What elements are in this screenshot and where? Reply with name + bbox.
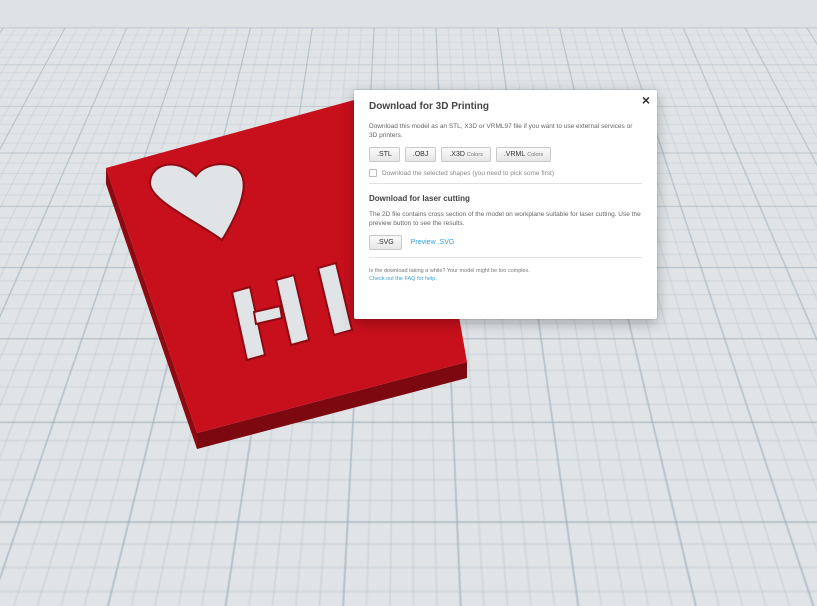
- format-button-row: .STL .OBJ .X3D Colors .VRML Colors: [369, 147, 642, 162]
- x3d-button-label: .X3D: [449, 151, 465, 158]
- x3d-button[interactable]: .X3D Colors: [441, 147, 491, 162]
- dialog-title-3d-printing: Download for 3D Printing: [369, 101, 489, 112]
- vrml-button-label: .VRML: [503, 151, 526, 158]
- selected-shapes-checkbox[interactable]: [369, 169, 377, 177]
- obj-button-label: .OBJ: [412, 151, 429, 158]
- preview-svg-link[interactable]: Preview .SVG: [411, 239, 455, 246]
- selected-shapes-label: Download the selected shapes (you need t…: [382, 169, 554, 177]
- selected-shapes-option: Download the selected shapes (you need t…: [369, 169, 642, 177]
- vrml-button-sublabel: Colors: [527, 151, 544, 158]
- section-divider: [369, 183, 642, 184]
- footer-divider: [369, 257, 642, 258]
- download-dialog: × Download for 3D Printing Download this…: [354, 90, 657, 319]
- laser-cutting-title: Download for laser cutting: [369, 194, 470, 203]
- laser-cutting-description: The 2D file contains cross section of th…: [369, 211, 641, 227]
- obj-button[interactable]: .OBJ: [404, 147, 437, 162]
- x3d-button-sublabel: Colors: [466, 151, 483, 158]
- stl-button[interactable]: .STL: [369, 147, 400, 162]
- svg-button[interactable]: .SVG: [369, 235, 402, 250]
- vrml-button[interactable]: .VRML Colors: [495, 147, 552, 162]
- faq-link[interactable]: Check out the FAQ for help.: [369, 275, 642, 283]
- svg-button-label: .SVG: [377, 239, 394, 246]
- footer-note: Is the download taking a while? Your mod…: [369, 268, 530, 274]
- svg-row: .SVG Preview .SVG: [369, 235, 642, 250]
- close-icon[interactable]: ×: [642, 92, 650, 108]
- 3d-printing-description: Download this model as an STL, X3D or VR…: [369, 123, 633, 139]
- stl-button-label: .STL: [377, 151, 392, 158]
